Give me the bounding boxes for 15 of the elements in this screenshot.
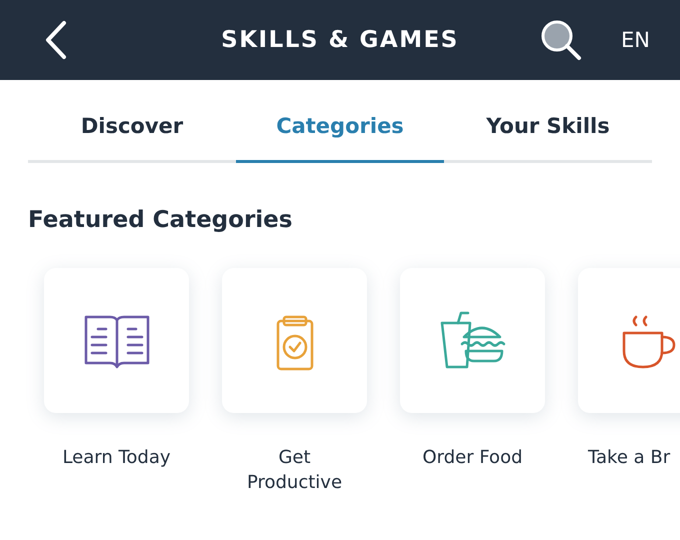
search-icon[interactable]	[539, 18, 584, 62]
page-title: SKILLS & GAMES	[221, 27, 459, 53]
category-label: Take a Br	[588, 446, 670, 470]
category-label: Learn Today	[62, 446, 171, 470]
category-card[interactable]	[400, 268, 545, 413]
back-icon[interactable]	[44, 20, 68, 60]
tab[interactable]: Discover	[28, 80, 236, 163]
tab[interactable]: Categories	[236, 80, 444, 163]
category-card[interactable]	[44, 268, 189, 413]
category-label: Order Food	[422, 446, 523, 470]
category-label: Get Productive	[246, 446, 344, 495]
category-card[interactable]	[578, 268, 680, 413]
language-button[interactable]: EN	[621, 28, 650, 52]
tab[interactable]: Your Skills	[444, 80, 652, 163]
section-title: Featured Categories	[28, 207, 294, 233]
